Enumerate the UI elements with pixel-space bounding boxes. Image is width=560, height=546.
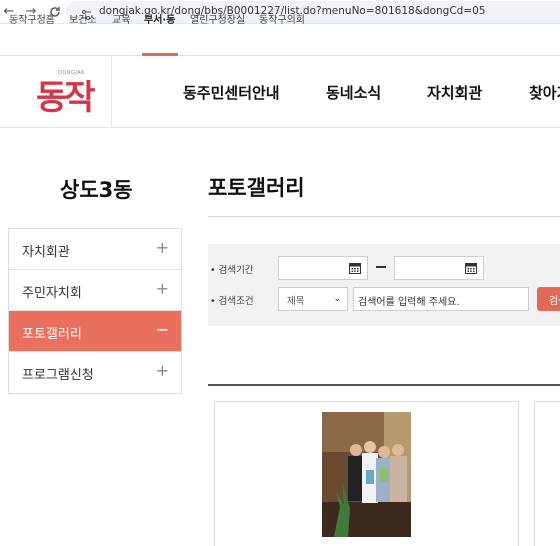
gnb-item-home[interactable]: 동작구청홈 xyxy=(9,11,55,26)
sidebar-item-label: 프로그램신청 xyxy=(22,368,94,383)
gnb-item-health[interactable]: 보건소 xyxy=(69,11,97,26)
plus-icon: + xyxy=(155,238,169,257)
menu-dong-news[interactable]: 동네소식 xyxy=(326,82,381,103)
title-divider xyxy=(208,216,560,217)
gnb-item-education[interactable]: 교육 xyxy=(112,11,130,26)
menu-self-governance[interactable]: 자치회관 xyxy=(427,82,482,103)
search-button-label: 검색 xyxy=(549,296,560,307)
gnb-item-council[interactable]: 동작구의회 xyxy=(259,11,305,26)
gallery-thumbnail[interactable] xyxy=(322,412,411,537)
search-condition-label: • 검색조건 xyxy=(210,296,254,307)
chevron-down-icon: ⌄ xyxy=(333,294,341,304)
gnb-item-mayor[interactable]: 열린구청장실 xyxy=(190,11,245,26)
search-period-label: • 검색기간 xyxy=(210,265,254,276)
plus-icon: + xyxy=(155,279,169,298)
sidebar-item-self-governance[interactable]: 자치회관 + xyxy=(9,229,181,270)
search-field-value: 제목 xyxy=(287,296,305,307)
search-button[interactable]: 검색 xyxy=(537,287,560,311)
menu-visiting[interactable]: 찾아가 xyxy=(529,82,560,103)
sidebar-title: 상도3동 xyxy=(60,178,133,202)
global-nav xyxy=(0,24,560,56)
gnb-item-department[interactable]: 부서·동 xyxy=(144,11,175,26)
sidebar-item-program-apply[interactable]: 프로그램신청 + xyxy=(9,352,181,393)
search-keyword-placeholder: 검색어를 입력해 주세요. xyxy=(358,297,460,308)
sidebar-item-label: 포토갤러리 xyxy=(22,327,82,342)
menu-dong-center[interactable]: 동주민센터안내 xyxy=(183,82,280,103)
search-keyword-input[interactable]: 검색어를 입력해 주세요. xyxy=(353,287,529,311)
calendar-icon[interactable] xyxy=(465,262,477,274)
search-field-select[interactable]: 제목 ⌄ xyxy=(278,287,348,311)
search-panel xyxy=(208,244,560,326)
sidebar-item-photo-gallery[interactable]: 포토갤러리 − xyxy=(9,311,181,352)
date-range-dash xyxy=(376,266,386,268)
page-title: 포토갤러리 xyxy=(208,176,305,200)
start-date-input[interactable] xyxy=(278,256,368,280)
calendar-icon[interactable] xyxy=(349,262,361,274)
sidebar-item-resident-council[interactable]: 주민자치회 + xyxy=(9,270,181,311)
sidebar-menu: 자치회관 + 주민자치회 + 포토갤러리 − 프로그램신청 + xyxy=(8,228,182,394)
minus-icon: − xyxy=(155,320,169,339)
sidebar-item-label: 주민자치회 xyxy=(22,286,82,301)
logo[interactable]: 동작 xyxy=(36,70,96,119)
gallery-card[interactable] xyxy=(534,401,560,546)
list-top-divider xyxy=(208,384,560,386)
end-date-input[interactable] xyxy=(394,256,484,280)
plus-icon: + xyxy=(155,361,169,380)
sidebar-item-label: 자치회관 xyxy=(22,245,70,260)
